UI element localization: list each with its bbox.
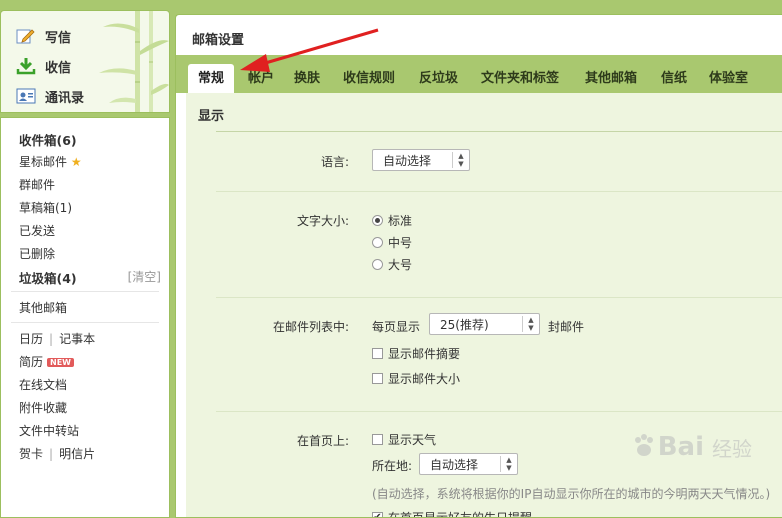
divider bbox=[216, 131, 782, 132]
show-weather-label: 显示天气 bbox=[388, 433, 437, 447]
birthday-reminder-label: 在首页显示好友的生日提醒 bbox=[388, 511, 533, 518]
tab-anti-spam[interactable]: 反垃圾 bbox=[419, 64, 458, 93]
radio-checked-icon bbox=[372, 215, 383, 226]
divider bbox=[216, 411, 782, 412]
tools-row-1: 日历 | 记事本 bbox=[19, 332, 96, 346]
homepage-label: 在首页上: bbox=[297, 434, 350, 448]
postcard-link[interactable]: 明信片 bbox=[59, 447, 95, 461]
file-transfer-link[interactable]: 文件中转站 bbox=[19, 422, 79, 439]
address-book-icon bbox=[15, 86, 37, 106]
show-weather-checkbox[interactable]: 显示天气 bbox=[372, 431, 436, 448]
tools-row-2: 贺卡 | 明信片 bbox=[19, 447, 96, 461]
font-size-medium-label: 中号 bbox=[388, 236, 413, 250]
location-select[interactable]: 自动选择 ▲ ▼ bbox=[419, 453, 518, 475]
contacts-label: 通讯录 bbox=[45, 90, 85, 106]
tab-general[interactable]: 常规 bbox=[188, 64, 235, 93]
tab-account[interactable]: 帐户 bbox=[248, 64, 274, 93]
show-size-checkbox[interactable]: 显示邮件大小 bbox=[372, 370, 460, 387]
settings-panel: 邮箱设置 常规 帐户 换肤 收信规则 反垃圾 文件夹和标签 其他邮箱 信纸 体验… bbox=[175, 14, 782, 518]
show-summary-checkbox[interactable]: 显示邮件摘要 bbox=[372, 345, 460, 362]
tab-stationery[interactable]: 信纸 bbox=[661, 64, 687, 93]
per-page-select[interactable]: 25(推荐) ▲ ▼ bbox=[429, 313, 540, 335]
contacts-button[interactable]: 通讯录 bbox=[15, 83, 84, 109]
show-size-label: 显示邮件大小 bbox=[388, 372, 461, 386]
folder-deleted[interactable]: 已删除 bbox=[19, 245, 55, 262]
location-note: (自动选择，系统将根据你的IP自动显示你所在的城市的今明两天天气情况。) bbox=[372, 487, 771, 501]
per-page-prefix: 每页显示 bbox=[372, 320, 421, 334]
location-label: 所在地: bbox=[372, 459, 413, 473]
radio-unchecked-icon bbox=[372, 259, 383, 270]
divider bbox=[216, 297, 782, 298]
notes-link[interactable]: 记事本 bbox=[59, 332, 95, 346]
folder-other-mailbox[interactable]: 其他邮箱 bbox=[19, 299, 67, 316]
mail-list-label: 在邮件列表中: bbox=[273, 320, 350, 334]
star-icon: ★ bbox=[70, 155, 82, 169]
tab-lab[interactable]: 体验室 bbox=[709, 64, 748, 93]
font-size-medium-radio[interactable]: 中号 bbox=[372, 234, 412, 251]
per-page-suffix: 封邮件 bbox=[548, 320, 585, 334]
receive-label: 收信 bbox=[45, 60, 72, 76]
folder-group[interactable]: 群邮件 bbox=[19, 176, 55, 193]
folder-inbox[interactable]: 收件箱(6) bbox=[19, 130, 77, 149]
checkbox-unchecked-icon bbox=[372, 434, 383, 445]
checkbox-checked-icon: ✔ bbox=[372, 512, 383, 517]
tab-skin[interactable]: 换肤 bbox=[294, 64, 320, 93]
folder-starred-label: 星标邮件 bbox=[19, 155, 68, 169]
resume-link[interactable]: 简历 NEW bbox=[19, 353, 74, 370]
bamboo-decoration-icon bbox=[99, 11, 169, 112]
greeting-card-link[interactable]: 贺卡 bbox=[19, 447, 43, 461]
divider bbox=[11, 322, 159, 323]
checkbox-unchecked-icon bbox=[372, 348, 383, 359]
birthday-reminder-checkbox[interactable]: ✔ 在首页显示好友的生日提醒 bbox=[372, 509, 533, 518]
attachments-link[interactable]: 附件收藏 bbox=[19, 399, 67, 416]
radio-unchecked-icon bbox=[372, 237, 383, 248]
font-size-standard-label: 标准 bbox=[388, 214, 413, 228]
font-size-large-radio[interactable]: 大号 bbox=[372, 256, 412, 273]
section-title: 显示 bbox=[198, 109, 225, 124]
tab-other-mailbox[interactable]: 其他邮箱 bbox=[585, 64, 637, 93]
updown-caret-icon: ▲ ▼ bbox=[522, 316, 539, 332]
receive-button[interactable]: 收信 bbox=[15, 53, 71, 79]
font-size-standard-radio[interactable]: 标准 bbox=[372, 212, 412, 229]
download-arrow-icon bbox=[15, 56, 37, 76]
location-select-value: 自动选择 bbox=[430, 457, 479, 472]
pencil-icon bbox=[15, 26, 37, 46]
per-page-select-value: 25(推荐) bbox=[440, 317, 489, 332]
folder-sent[interactable]: 已发送 bbox=[19, 222, 55, 239]
quick-actions-panel: 写信 收信 通讯录 bbox=[0, 10, 170, 113]
updown-caret-icon: ▲ ▼ bbox=[500, 456, 517, 472]
updown-caret-icon: ▲ ▼ bbox=[452, 152, 469, 168]
page-title: 邮箱设置 bbox=[192, 33, 245, 48]
folder-starred[interactable]: 星标邮件 ★ bbox=[19, 153, 82, 170]
show-summary-label: 显示邮件摘要 bbox=[388, 347, 461, 361]
resume-label: 简历 bbox=[19, 355, 44, 369]
settings-content: 显示 语言: 自动选择 ▲ ▼ 文字大小: 标准 中号 大号 在邮件列表中: 每页… bbox=[186, 93, 782, 518]
clear-spam-link[interactable]: [清空] bbox=[128, 268, 161, 285]
compose-label: 写信 bbox=[45, 30, 72, 46]
folder-list: 收件箱(6) 星标邮件 ★ 群邮件 草稿箱(1) 已发送 已删除 垃圾箱(4) … bbox=[0, 117, 170, 518]
divider bbox=[216, 191, 782, 192]
font-size-large-label: 大号 bbox=[388, 258, 413, 272]
compose-button[interactable]: 写信 bbox=[15, 23, 71, 49]
folder-spam[interactable]: 垃圾箱(4) bbox=[19, 268, 77, 287]
language-select[interactable]: 自动选择 ▲ ▼ bbox=[372, 149, 470, 171]
folder-drafts[interactable]: 草稿箱(1) bbox=[19, 199, 72, 216]
tab-receive-rules[interactable]: 收信规则 bbox=[343, 64, 395, 93]
new-badge: NEW bbox=[47, 358, 74, 367]
checkbox-unchecked-icon bbox=[372, 373, 383, 384]
online-docs-link[interactable]: 在线文档 bbox=[19, 376, 67, 393]
settings-tabbar: 常规 帐户 换肤 收信规则 反垃圾 文件夹和标签 其他邮箱 信纸 体验室 bbox=[176, 55, 782, 93]
calendar-link[interactable]: 日历 bbox=[19, 332, 43, 346]
tab-folders-labels[interactable]: 文件夹和标签 bbox=[481, 64, 559, 93]
language-select-value: 自动选择 bbox=[383, 153, 432, 168]
divider bbox=[11, 291, 159, 292]
language-label: 语言: bbox=[321, 155, 350, 169]
sidebar: 写信 收信 通讯录 收件箱(6) 星标邮件 ★ 群邮件 草稿箱(1) 已发送 已… bbox=[0, 10, 170, 518]
font-size-label: 文字大小: bbox=[297, 214, 350, 228]
